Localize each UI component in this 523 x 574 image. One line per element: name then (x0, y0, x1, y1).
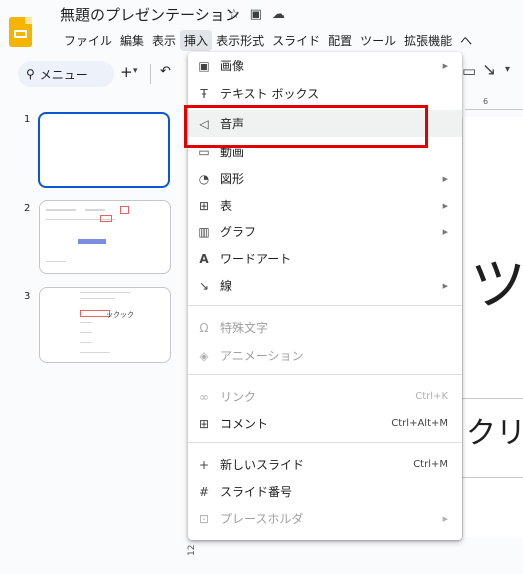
slide-subtitle-text[interactable]: クリ (466, 408, 523, 452)
chevron-down-icon[interactable]: ▾ (133, 66, 138, 76)
slide-filmstrip: 1 2 3 ックック (0, 97, 190, 574)
folder-icon[interactable]: ▣ (250, 7, 272, 22)
placeholder-icon: ⊡ (198, 511, 210, 526)
search-icon: ⚲ (26, 67, 35, 81)
menu-item-shape[interactable]: ◔ 図形 ▶ (188, 165, 462, 192)
slide-number: 2 (24, 203, 31, 214)
menu-view[interactable]: 表示 (148, 30, 180, 51)
menu-item-animation: ◈ アニメーション (199, 348, 304, 364)
menu-extensions[interactable]: 拡張機能 (400, 30, 456, 51)
thumbnail-text: ックック (106, 311, 134, 319)
submenu-arrow-icon: ▶ (442, 514, 448, 523)
text-box-icon: Ŧ (200, 86, 208, 101)
menu-bar: ファイル 編集 表示 挿入 表示形式 スライド 配置 ツール 拡張機能 ヘ (60, 30, 476, 51)
new-slide-button[interactable]: + (120, 63, 133, 81)
menu-edit[interactable]: 編集 (116, 30, 148, 51)
menu-item-chart[interactable]: ▥ グラフ ▶ (188, 218, 462, 245)
search-menus-label: メニュー (39, 67, 88, 82)
ruler-tick: 6 (483, 97, 489, 106)
menu-item-comment[interactable]: ⊞ コメント Ctrl+Alt+M (188, 410, 462, 437)
comment-icon: ⊞ (198, 416, 210, 431)
toolbar-divider (150, 64, 151, 84)
menu-item-table[interactable]: ⊞ 表 ▶ (188, 192, 462, 219)
chevron-down-icon[interactable]: ▾ (505, 64, 510, 75)
submenu-arrow-icon: ▶ (442, 201, 448, 210)
cloud-icon[interactable]: ☁ (272, 7, 295, 22)
menu-divider (188, 374, 462, 375)
hash-icon: # (198, 484, 210, 499)
document-title[interactable]: 無題のプレゼンテーション (60, 4, 240, 25)
menu-item-text-box[interactable]: Ŧ テキスト ボックス (188, 80, 462, 107)
highlight-box (184, 105, 428, 148)
chart-icon: ▥ (198, 224, 210, 239)
animation-icon: ◈ (199, 348, 209, 363)
menu-item-special-characters: Ω 特殊文字 (199, 320, 269, 336)
star-icon[interactable]: ☆ (228, 7, 250, 22)
menu-item-placeholder: ⊡ プレースホルダ ▶ (198, 511, 448, 527)
menu-item-new-slide[interactable]: + 新しいスライド Ctrl+M (188, 451, 462, 478)
menu-slide[interactable]: スライド (268, 30, 324, 51)
image-icon: ▣ (198, 58, 210, 73)
submenu-arrow-icon: ▶ (442, 281, 448, 290)
link-icon: ∞ (199, 389, 209, 404)
menu-item-slide-number[interactable]: # スライド番号 (188, 478, 462, 505)
ruler-tick: 12 (187, 544, 197, 556)
menu-item-link: ∞ リンク Ctrl+K (199, 389, 448, 405)
shape-icon: ◔ (198, 171, 210, 186)
slide-thumbnail-2[interactable] (39, 200, 171, 274)
submenu-arrow-icon: ▶ (442, 174, 448, 183)
line-tool-icon[interactable]: ↘ (482, 60, 496, 80)
slide-title-text[interactable]: ツ (470, 240, 523, 321)
menu-item-line[interactable]: ↘ 線 ▶ (188, 272, 462, 299)
shape-tool-icon[interactable]: ▭ (462, 62, 476, 80)
submenu-arrow-icon: ▶ (442, 227, 448, 236)
undo-icon[interactable]: ↶ (160, 64, 171, 79)
title-icons: ☆▣☁ (228, 7, 295, 22)
slides-logo[interactable] (9, 17, 32, 47)
search-menus-button[interactable]: ⚲ メニュー (18, 61, 114, 87)
menu-format[interactable]: 表示形式 (212, 30, 268, 51)
slide-thumbnail-1[interactable] (38, 112, 170, 188)
menu-insert[interactable]: 挿入 (180, 30, 213, 51)
menu-divider (188, 442, 462, 443)
menu-item-wordart[interactable]: A ワードアート (188, 245, 462, 272)
plus-icon: + (198, 457, 210, 472)
line-icon: ↘ (198, 278, 210, 293)
menu-divider (188, 305, 462, 306)
slide-number: 1 (24, 114, 31, 125)
menu-tools[interactable]: ツール (356, 30, 400, 51)
menu-item-image[interactable]: ▣ 画像 ▶ (188, 52, 462, 79)
slide-thumbnail-3[interactable]: ックック (39, 287, 171, 363)
table-icon: ⊞ (198, 198, 210, 213)
menu-help[interactable]: ヘ (456, 30, 476, 51)
menu-arrange[interactable]: 配置 (324, 30, 356, 51)
horizontal-ruler: 6 (465, 97, 523, 110)
wordart-icon: A (199, 251, 209, 266)
submenu-arrow-icon: ▶ (442, 61, 448, 70)
omega-icon: Ω (199, 320, 209, 335)
slide-number: 3 (24, 291, 31, 302)
menu-file[interactable]: ファイル (60, 30, 116, 51)
